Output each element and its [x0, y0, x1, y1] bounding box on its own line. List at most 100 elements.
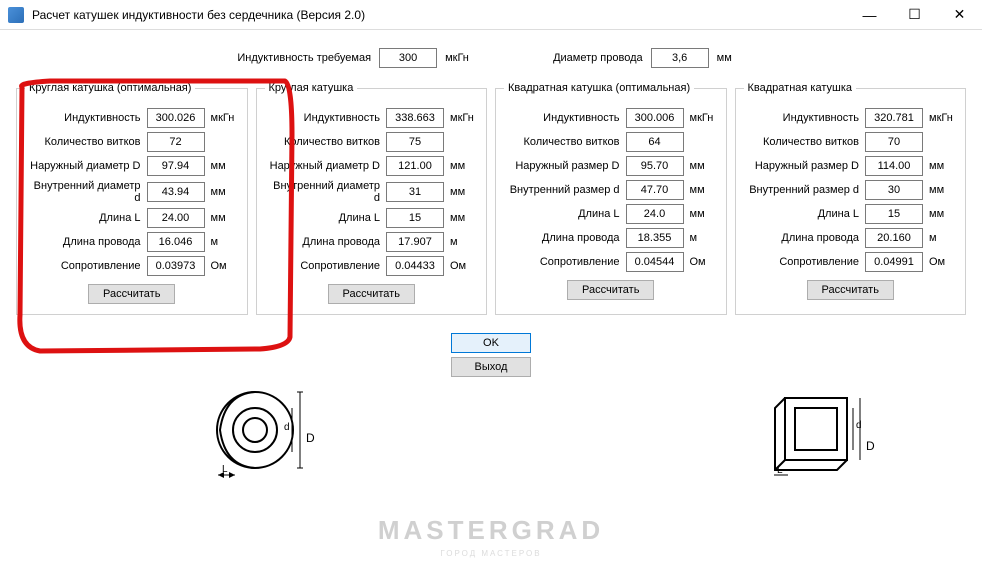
inductance-label: Индуктивность — [543, 112, 619, 124]
wirelen-output[interactable] — [147, 232, 205, 252]
unit: мкГн — [211, 112, 239, 124]
unit: Ом — [450, 260, 478, 272]
coil-panel-0: Круглая катушка (оптимальная) Индуктивно… — [16, 82, 248, 315]
turns-label: Количество витков — [44, 136, 140, 148]
inner-label: Внутренний диаметр d — [25, 180, 141, 204]
unit: мкГн — [450, 112, 478, 124]
unit: мм — [450, 212, 478, 224]
panel-title: Квадратная катушка — [744, 82, 857, 94]
resistance-label: Сопротивление — [61, 260, 141, 272]
inductance-label: Индуктивность — [64, 112, 140, 124]
unit: м — [929, 232, 957, 244]
unit: мм — [929, 208, 957, 220]
outer-label: Наружный диаметр D — [30, 160, 140, 172]
resistance-output[interactable] — [865, 252, 923, 272]
inner-label: Внутренний размер d — [749, 184, 859, 196]
unit: Ом — [690, 256, 718, 268]
calculate-button[interactable]: Рассчитать — [88, 284, 175, 304]
inner-output[interactable] — [386, 182, 444, 202]
svg-text:D: D — [866, 439, 875, 453]
coil-panel-1: Круглая катушка ИндуктивностьмкГн Количе… — [256, 82, 488, 315]
inductance-label: Индуктивность — [304, 112, 380, 124]
square-coil-diagram: D d L — [760, 380, 890, 480]
unit: м — [690, 232, 718, 244]
outer-output[interactable] — [626, 156, 684, 176]
length-output[interactable] — [147, 208, 205, 228]
wirelen-output[interactable] — [386, 232, 444, 252]
calculate-button[interactable]: Рассчитать — [807, 280, 894, 300]
maximize-button[interactable]: ☐ — [892, 0, 937, 30]
unit-mm: мм — [717, 52, 745, 64]
coil-panel-2: Квадратная катушка (оптимальная) Индукти… — [495, 82, 727, 315]
wire-diameter-label: Диаметр провода — [553, 52, 643, 64]
resistance-output[interactable] — [626, 252, 684, 272]
turns-output[interactable] — [147, 132, 205, 152]
unit: мкГн — [690, 112, 718, 124]
watermark-sub: ГОРОД МАСТЕРОВ — [0, 549, 982, 558]
inner-output[interactable] — [865, 180, 923, 200]
resistance-label: Сопротивление — [540, 256, 620, 268]
length-output[interactable] — [865, 204, 923, 224]
wirelen-output[interactable] — [865, 228, 923, 248]
resistance-output[interactable] — [386, 256, 444, 276]
outer-output[interactable] — [386, 156, 444, 176]
exit-button[interactable]: Выход — [451, 357, 531, 377]
required-inductance-label: Индуктивность требуемая — [237, 52, 371, 64]
window-title: Расчет катушек индуктивности без сердечн… — [32, 8, 847, 22]
length-output[interactable] — [386, 208, 444, 228]
calculate-button[interactable]: Рассчитать — [328, 284, 415, 304]
length-label: Длина L — [99, 212, 140, 224]
watermark: MASTERGRAD — [0, 515, 982, 546]
close-button[interactable]: ✕ — [937, 0, 982, 30]
round-coil-diagram: D d L — [200, 380, 330, 480]
unit: Ом — [929, 256, 957, 268]
svg-text:L: L — [777, 465, 783, 476]
inner-output[interactable] — [626, 180, 684, 200]
resistance-label: Сопротивление — [300, 260, 380, 272]
inner-label: Внутренний диаметр d — [265, 180, 381, 204]
unit: мм — [450, 160, 478, 172]
inductance-label: Индуктивность — [783, 112, 859, 124]
panel-title: Круглая катушка (оптимальная) — [25, 82, 195, 94]
inductance-output[interactable] — [626, 108, 684, 128]
unit: мм — [211, 160, 239, 172]
wirelen-output[interactable] — [626, 228, 684, 248]
wire-diameter-input[interactable] — [651, 48, 709, 68]
unit: мкГн — [929, 112, 957, 124]
turns-output[interactable] — [386, 132, 444, 152]
wirelen-label: Длина провода — [781, 232, 859, 244]
ok-button[interactable]: OK — [451, 333, 531, 353]
calculate-button[interactable]: Рассчитать — [567, 280, 654, 300]
unit: мм — [690, 160, 718, 172]
unit: мм — [929, 160, 957, 172]
inductance-output[interactable] — [386, 108, 444, 128]
turns-output[interactable] — [626, 132, 684, 152]
length-label: Длина L — [818, 208, 859, 220]
outer-output[interactable] — [865, 156, 923, 176]
titlebar: Расчет катушек индуктивности без сердечн… — [0, 0, 982, 30]
required-inductance-input[interactable] — [379, 48, 437, 68]
inner-label: Внутренний размер d — [510, 184, 620, 196]
turns-output[interactable] — [865, 132, 923, 152]
unit: мм — [450, 186, 478, 198]
outer-output[interactable] — [147, 156, 205, 176]
minimize-button[interactable]: — — [847, 0, 892, 30]
outer-label: Наружный диаметр D — [270, 160, 380, 172]
outer-label: Наружный размер D — [755, 160, 859, 172]
wirelen-label: Длина провода — [63, 236, 141, 248]
svg-text:L: L — [222, 464, 228, 475]
resistance-output[interactable] — [147, 256, 205, 276]
turns-label: Количество витков — [523, 136, 619, 148]
inductance-output[interactable] — [147, 108, 205, 128]
inductance-output[interactable] — [865, 108, 923, 128]
length-label: Длина L — [578, 208, 619, 220]
unit: мм — [211, 212, 239, 224]
svg-text:d: d — [284, 422, 290, 433]
unit: мм — [690, 208, 718, 220]
unit: Ом — [211, 260, 239, 272]
svg-text:D: D — [306, 431, 315, 445]
inner-output[interactable] — [147, 182, 205, 202]
outer-label: Наружный размер D — [515, 160, 619, 172]
length-output[interactable] — [626, 204, 684, 224]
turns-label: Количество витков — [763, 136, 859, 148]
